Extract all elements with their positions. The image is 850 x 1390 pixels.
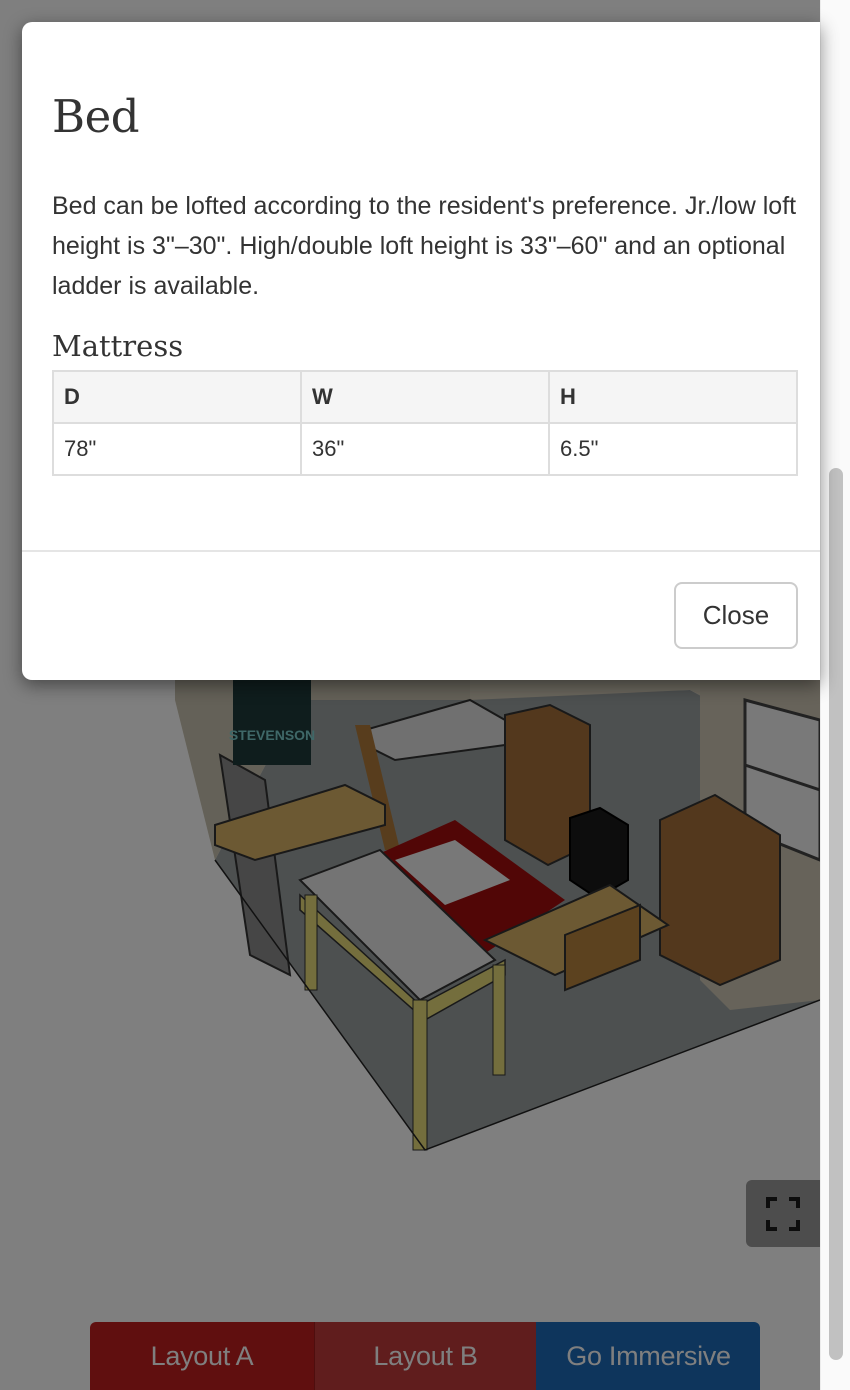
modal-title: Bed <box>52 90 140 143</box>
mattress-dimensions-table: D W H 78" 36" 6.5" <box>52 370 798 476</box>
modal-footer-divider <box>22 550 820 552</box>
modal-description: Bed can be lofted according to the resid… <box>52 192 797 300</box>
info-modal: Bed Bed can be lofted according to the r… <box>22 22 820 680</box>
table-row: 78" 36" 6.5" <box>52 422 798 476</box>
header-height: H <box>548 370 798 424</box>
cell-width: 36" <box>300 422 550 476</box>
cell-depth: 78" <box>52 422 302 476</box>
mattress-section-title: Mattress <box>52 329 184 363</box>
scrollbar-thumb[interactable] <box>829 468 843 1360</box>
page-scrollbar[interactable] <box>820 0 850 1390</box>
cell-height: 6.5" <box>548 422 798 476</box>
close-button[interactable]: Close <box>674 582 798 649</box>
header-depth: D <box>52 370 302 424</box>
table-header-row: D W H <box>52 370 798 424</box>
header-width: W <box>300 370 550 424</box>
